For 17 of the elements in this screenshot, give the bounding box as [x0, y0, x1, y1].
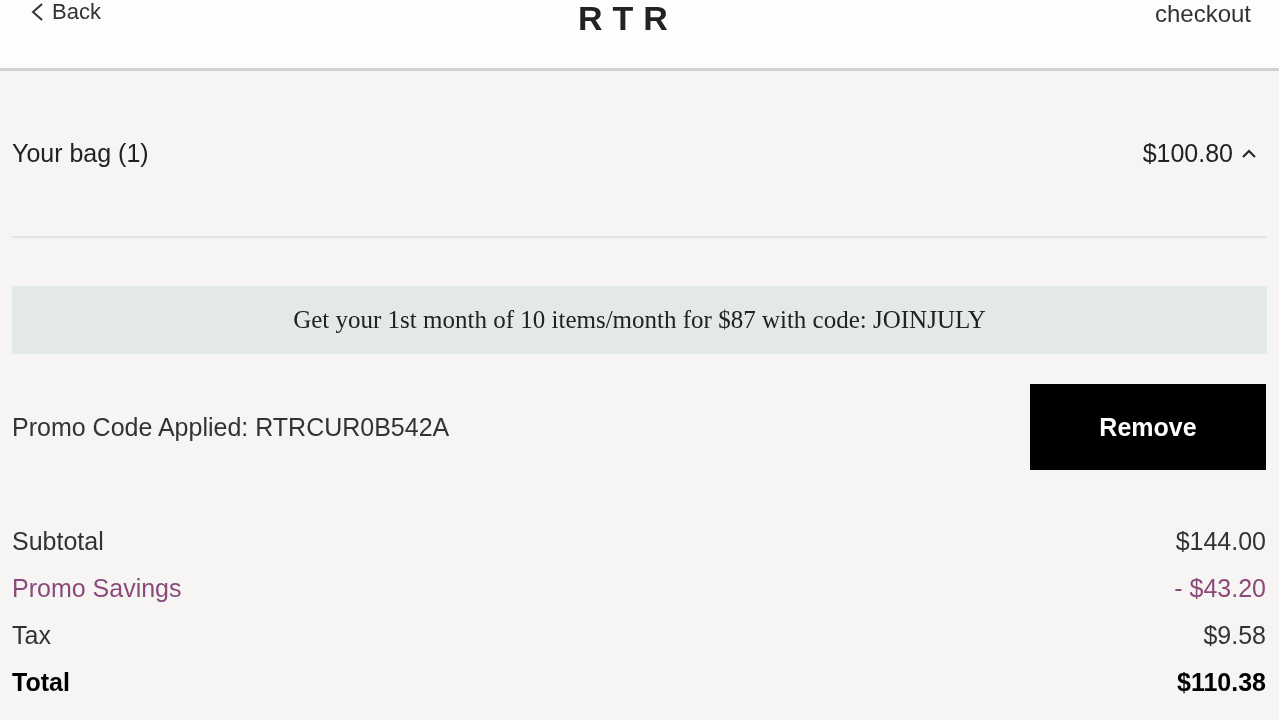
summary-label: Subtotal: [12, 527, 104, 556]
bag-toggle[interactable]: $100.80: [1142, 139, 1267, 168]
logo[interactable]: RTR: [578, 1, 678, 35]
checkout-label: checkout: [1154, 0, 1251, 28]
chevron-left-icon: [30, 2, 44, 22]
summary-value: $144.00: [1175, 527, 1266, 556]
promo-banner: Get your 1st month of 10 items/month for $87 with code: JOINJULY: [12, 286, 1267, 354]
remove-button[interactable]: Remove: [1030, 384, 1266, 470]
back-link[interactable]: Back: [30, 0, 101, 24]
summary-label: Total: [12, 668, 70, 697]
summary-label: Promo Savings: [12, 574, 182, 603]
summary-value: - $43.20: [1174, 574, 1266, 603]
summary-value: $110.38: [1177, 668, 1266, 697]
bag-title: Your bag (1): [12, 139, 149, 168]
summary-label: Tax: [12, 621, 51, 650]
promo-code-label: Promo Code Applied: RTRCUR0B542A: [12, 412, 450, 442]
summary-value: $9.58: [1203, 621, 1266, 650]
